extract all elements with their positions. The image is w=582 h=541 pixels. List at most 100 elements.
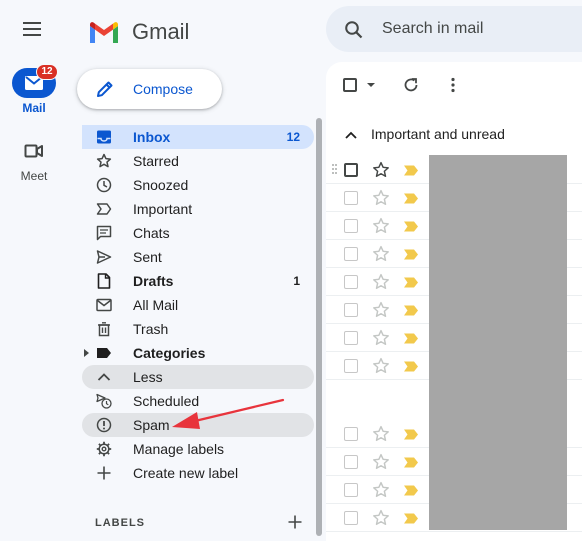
nav-label: Drafts	[133, 273, 174, 289]
nav-label: Less	[133, 369, 163, 385]
nav-item-categories[interactable]: Categories	[82, 341, 314, 365]
important-marker-icon[interactable]	[403, 513, 419, 524]
nav-item-trash[interactable]: Trash	[82, 317, 314, 341]
plus-icon	[97, 466, 111, 480]
important-marker-icon[interactable]	[403, 333, 419, 344]
important-marker-icon[interactable]	[403, 249, 419, 260]
important-marker-icon[interactable]	[403, 277, 419, 288]
drag-handle-icon[interactable]	[332, 164, 338, 176]
star-icon[interactable]	[372, 301, 390, 319]
menu-line	[23, 34, 41, 36]
nav-item-important[interactable]: Important	[82, 197, 314, 221]
nav-item-scheduled[interactable]: Scheduled	[82, 389, 314, 413]
rail-item-meet[interactable]: Meet	[0, 136, 68, 183]
clock-icon	[96, 177, 112, 193]
expand-arrow-icon[interactable]	[84, 349, 89, 357]
gmail-m-icon	[90, 22, 118, 43]
mail-unread-badge: 12	[36, 64, 58, 80]
star-icon[interactable]	[372, 217, 390, 235]
chat-icon	[96, 225, 112, 241]
select-all-checkbox[interactable]	[343, 78, 357, 92]
refresh-icon[interactable]	[402, 76, 420, 94]
nav-item-snoozed[interactable]: Snoozed	[82, 173, 314, 197]
nav-label: Sent	[133, 249, 162, 265]
mail-list-panel: Important and unread	[326, 62, 582, 541]
star-icon[interactable]	[372, 453, 390, 471]
labels-section-title: LABELS	[95, 517, 145, 529]
main-menu-button[interactable]	[21, 20, 47, 40]
video-camera-icon	[24, 144, 43, 158]
email-checkbox[interactable]	[344, 247, 358, 261]
email-checkbox[interactable]	[344, 219, 358, 233]
chevron-up-icon	[345, 131, 357, 139]
important-marker-icon[interactable]	[403, 457, 419, 468]
email-checkbox[interactable]	[344, 331, 358, 345]
important-marker-icon[interactable]	[403, 193, 419, 204]
chevron-up-icon	[97, 373, 111, 381]
star-icon[interactable]	[372, 357, 390, 375]
nav-item-starred[interactable]: Starred	[82, 149, 314, 173]
email-checkbox[interactable]	[344, 427, 358, 441]
nav-label: Categories	[133, 345, 206, 361]
redacted-content	[429, 155, 567, 530]
search-input[interactable]	[382, 18, 582, 40]
star-icon[interactable]	[372, 329, 390, 347]
rail-item-mail[interactable]: 12 Mail	[0, 64, 68, 115]
inbox-icon	[97, 130, 111, 144]
star-icon[interactable]	[372, 245, 390, 263]
important-marker-icon[interactable]	[403, 221, 419, 232]
app-name: Gmail	[132, 19, 190, 44]
nav-item-all-mail[interactable]: All Mail	[82, 293, 314, 317]
compose-button[interactable]: Compose	[77, 69, 222, 109]
nav-item-less[interactable]: Less	[82, 365, 314, 389]
nav-item-create-new-label[interactable]: Create new label	[82, 461, 314, 485]
star-icon[interactable]	[372, 481, 390, 499]
send-icon	[96, 250, 112, 264]
nav-item-spam[interactable]: Spam	[82, 413, 314, 437]
star-icon[interactable]	[372, 189, 390, 207]
nav-label: Chats	[133, 225, 170, 241]
nav-count: 12	[286, 130, 300, 144]
important-marker-icon[interactable]	[403, 361, 419, 372]
nav-item-chats[interactable]: Chats	[82, 221, 314, 245]
menu-line	[23, 28, 41, 30]
star-icon[interactable]	[372, 273, 390, 291]
pencil-icon	[97, 81, 113, 97]
star-icon[interactable]	[372, 161, 390, 179]
nav-label: Starred	[133, 153, 179, 169]
nav-item-sent[interactable]: Sent	[82, 245, 314, 269]
email-checkbox[interactable]	[344, 191, 358, 205]
nav-label: Snoozed	[133, 177, 189, 193]
email-checkbox[interactable]	[344, 483, 358, 497]
important-marker-icon[interactable]	[403, 165, 419, 176]
nav-label: Trash	[133, 321, 169, 337]
nav-item-drafts[interactable]: Drafts 1	[82, 269, 314, 293]
email-checkbox[interactable]	[344, 359, 358, 373]
select-dropdown-icon[interactable]	[367, 83, 375, 87]
compose-label: Compose	[133, 81, 193, 97]
nav-scrollbar-thumb[interactable]	[316, 118, 322, 536]
important-marker-icon[interactable]	[403, 429, 419, 440]
email-checkbox[interactable]	[344, 455, 358, 469]
search-icon[interactable]	[344, 20, 364, 40]
nav-item-inbox[interactable]: Inbox 12	[82, 125, 314, 149]
email-checkbox[interactable]	[344, 275, 358, 289]
star-icon[interactable]	[372, 509, 390, 527]
nav-item-manage-labels[interactable]: Manage labels	[82, 437, 314, 461]
important-marker-icon[interactable]	[403, 305, 419, 316]
search-bar	[326, 6, 582, 52]
section-title: Important and unread	[371, 126, 505, 142]
more-options-icon[interactable]	[444, 76, 462, 94]
section-header-important-unread[interactable]: Important and unread	[326, 120, 582, 150]
nav-label: Scheduled	[133, 393, 200, 409]
star-icon[interactable]	[372, 425, 390, 443]
email-checkbox[interactable]	[344, 163, 358, 177]
important-icon	[96, 203, 112, 215]
email-checkbox[interactable]	[344, 511, 358, 525]
important-marker-icon[interactable]	[403, 485, 419, 496]
add-label-plus-icon[interactable]	[287, 514, 303, 530]
trash-icon	[98, 322, 110, 337]
email-checkbox[interactable]	[344, 303, 358, 317]
nav-label: Create new label	[133, 465, 239, 481]
nav-label: All Mail	[133, 297, 179, 313]
